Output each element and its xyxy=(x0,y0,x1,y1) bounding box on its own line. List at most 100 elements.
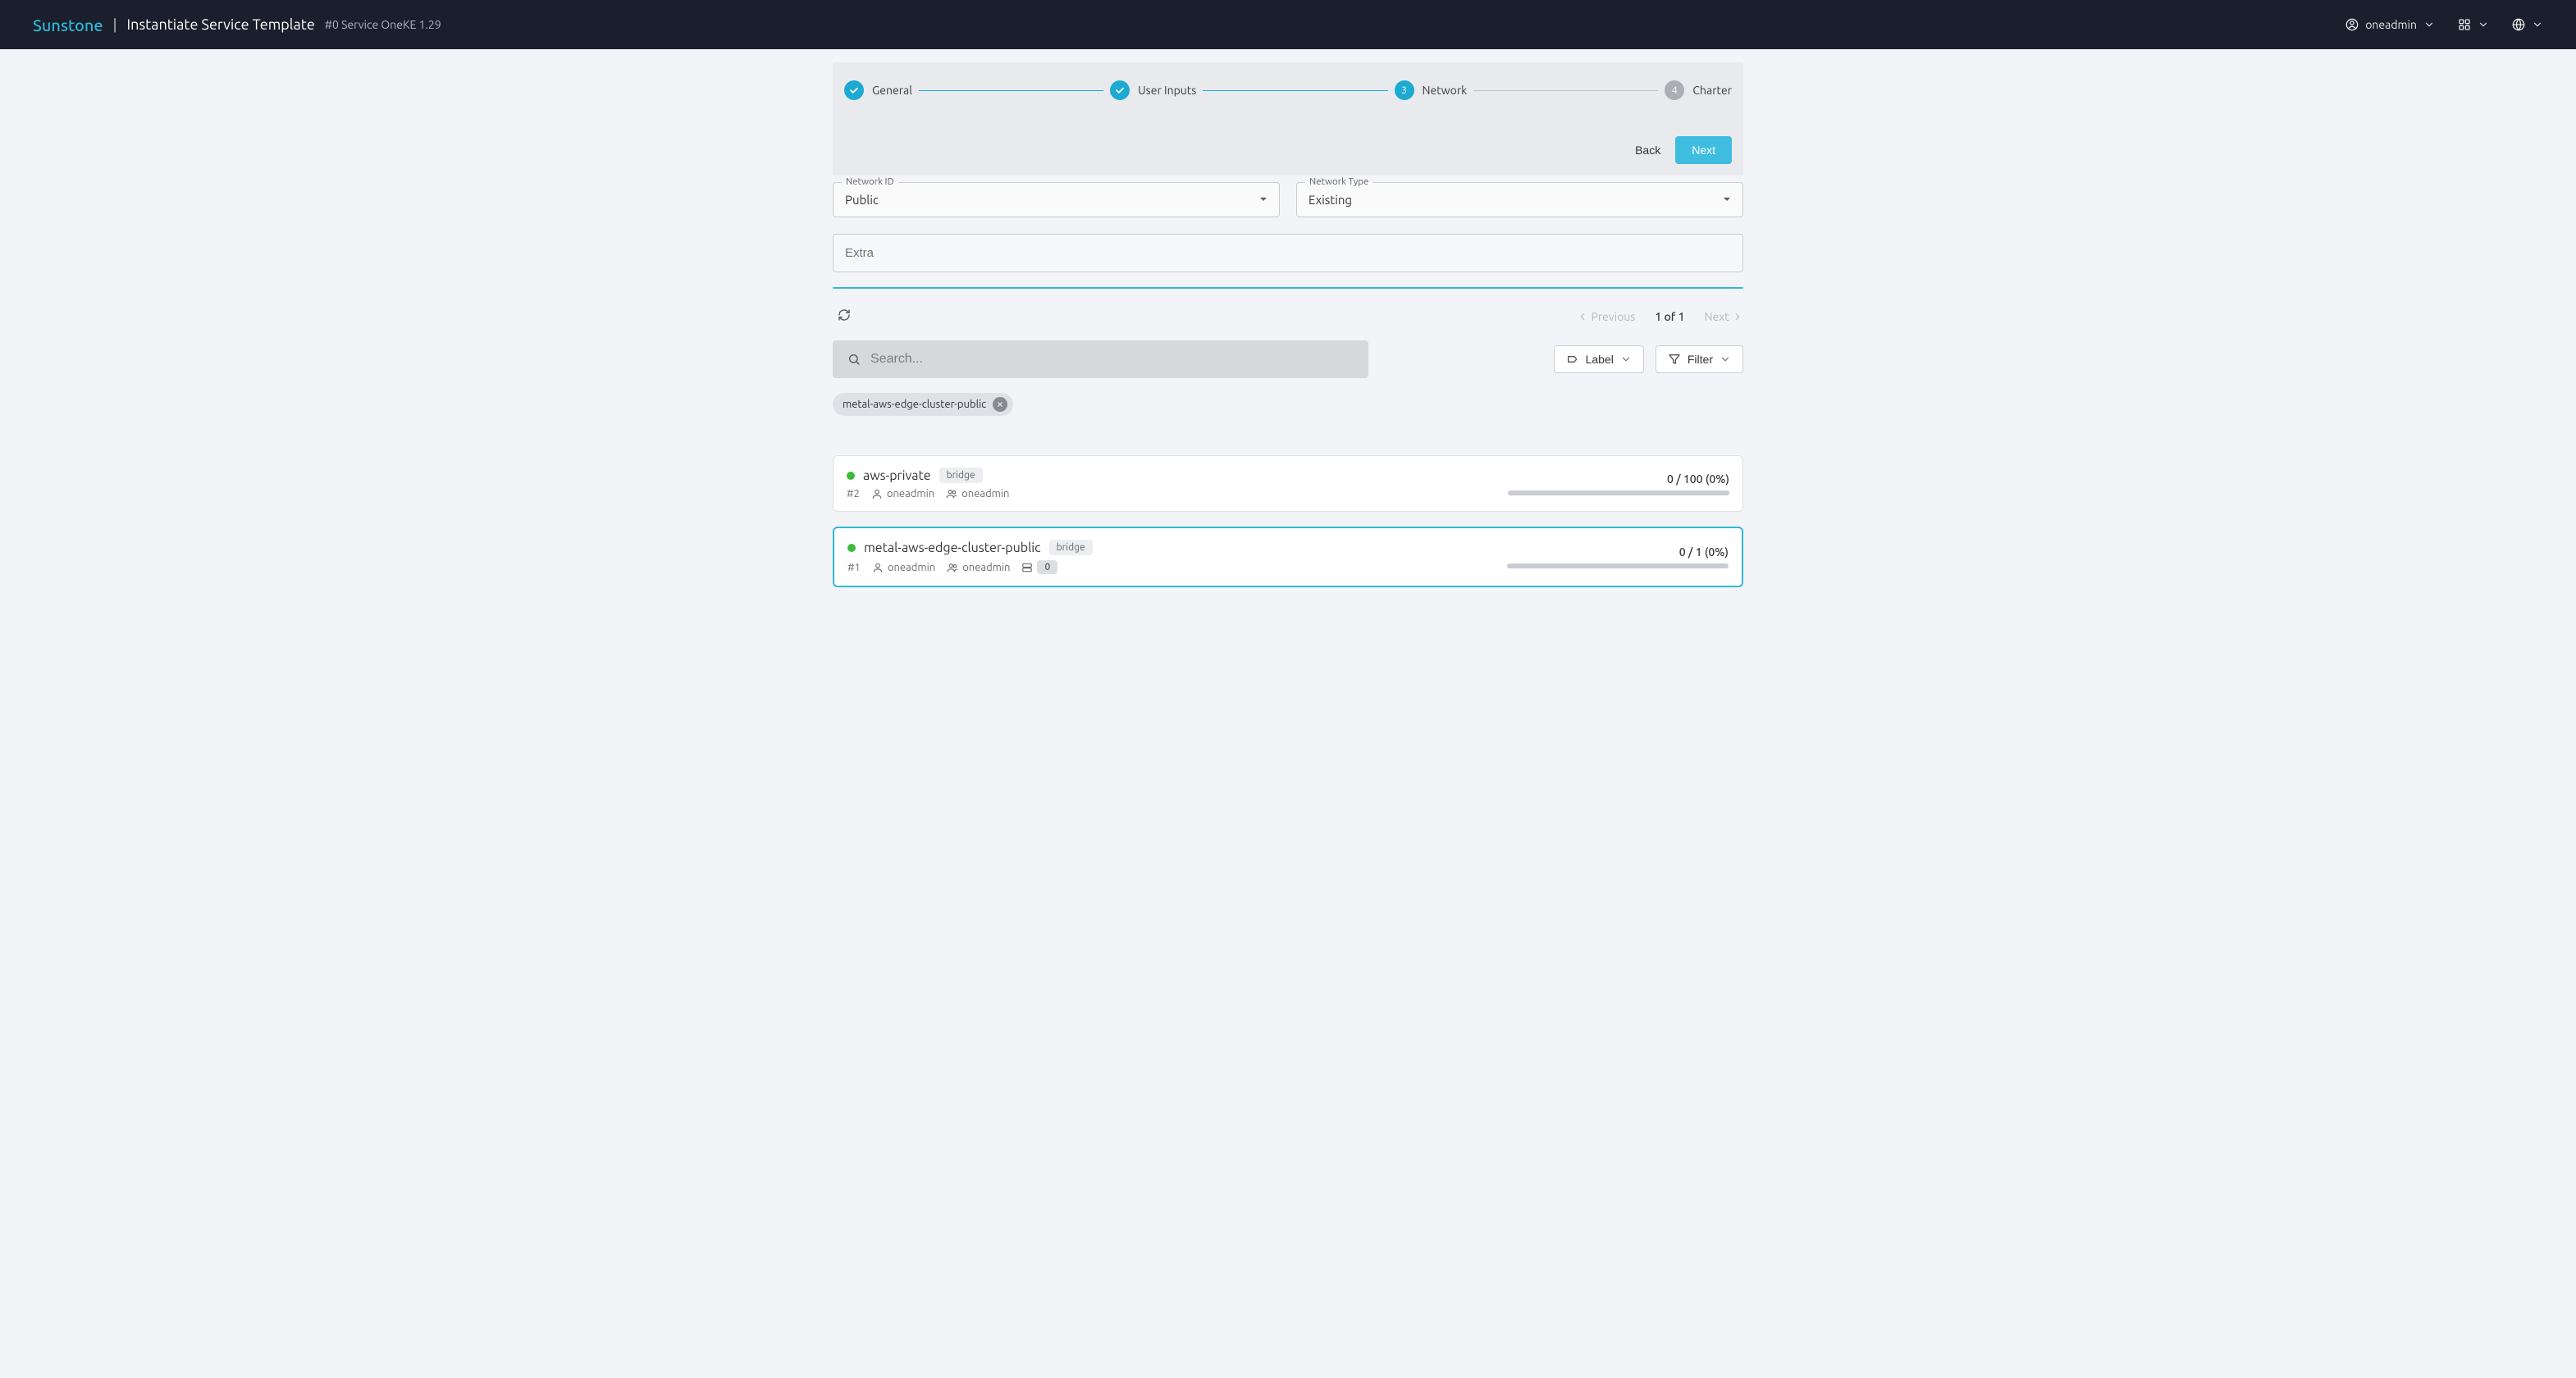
usage-text: 0 / 1 (0%) xyxy=(1679,545,1729,559)
step-user-inputs[interactable]: User Inputs xyxy=(1110,80,1196,100)
tag-icon xyxy=(1566,353,1579,366)
usage-bar xyxy=(1507,564,1729,568)
step-label: User Inputs xyxy=(1138,84,1196,97)
app-header: Sunstone | Instantiate Service Template … xyxy=(0,0,2576,49)
server-icon xyxy=(1021,562,1033,573)
step-label: General xyxy=(872,84,912,97)
step-connector xyxy=(919,90,1103,91)
chevron-down-icon xyxy=(2532,19,2543,30)
stepper-panel: General User Inputs 3 Network 4 Charter … xyxy=(833,62,1743,176)
search-box[interactable] xyxy=(833,340,1368,378)
usage-text: 0 / 100 (0%) xyxy=(1667,472,1729,486)
network-info: metal-aws-edge-cluster-public bridge #1 … xyxy=(847,540,1093,574)
refresh-button[interactable] xyxy=(833,303,856,329)
filter-button[interactable]: Filter xyxy=(1656,345,1743,373)
check-icon xyxy=(1110,80,1130,100)
back-button[interactable]: Back xyxy=(1632,137,1664,163)
step-label: Network xyxy=(1423,84,1468,97)
check-icon xyxy=(844,80,864,100)
network-usage: 0 / 100 (0%) xyxy=(1500,472,1729,495)
section-divider xyxy=(833,287,1743,289)
step-connector xyxy=(1203,90,1387,91)
chip-label: metal-aws-edge-cluster-public xyxy=(843,399,986,410)
network-group: oneadmin xyxy=(947,562,1010,573)
network-info: aws-private bridge #2 oneadmin oneadmin xyxy=(847,468,1009,500)
user-icon xyxy=(872,562,884,573)
network-name: aws-private xyxy=(863,468,931,483)
step-number: 4 xyxy=(1665,80,1684,100)
chevron-down-icon xyxy=(2478,19,2489,30)
network-type-tag: bridge xyxy=(939,468,983,483)
pager-previous[interactable]: Previous xyxy=(1577,310,1635,323)
user-icon xyxy=(871,488,883,500)
chevron-down-icon xyxy=(1720,354,1731,365)
network-card[interactable]: aws-private bridge #2 oneadmin oneadmin xyxy=(833,455,1743,512)
user-menu[interactable]: oneadmin xyxy=(2345,18,2435,31)
network-group: oneadmin xyxy=(946,488,1009,500)
field-value: Public xyxy=(845,193,879,207)
caret-down-icon xyxy=(1721,193,1733,207)
stepper: General User Inputs 3 Network 4 Charter xyxy=(844,80,1732,100)
next-button[interactable]: Next xyxy=(1675,136,1732,164)
label-button[interactable]: Label xyxy=(1554,345,1644,373)
user-circle-icon xyxy=(2345,18,2359,31)
search-input[interactable] xyxy=(870,352,1354,367)
network-header: metal-aws-edge-cluster-public bridge xyxy=(847,540,1093,555)
main-container: General User Inputs 3 Network 4 Charter … xyxy=(833,49,1743,620)
filter-chip: metal-aws-edge-cluster-public xyxy=(833,393,1013,416)
apps-menu[interactable] xyxy=(2458,18,2489,31)
network-form-row: Network ID Public Network Type Existing xyxy=(833,182,1743,217)
filter-chips: metal-aws-edge-cluster-public xyxy=(833,393,1743,416)
close-icon xyxy=(996,400,1004,408)
network-type-tag: bridge xyxy=(1049,540,1093,555)
status-dot-icon xyxy=(847,544,856,552)
step-charter[interactable]: 4 Charter xyxy=(1665,80,1732,100)
step-general[interactable]: General xyxy=(844,80,912,100)
brand-logo[interactable]: Sunstone xyxy=(33,16,103,34)
network-meta: #1 oneadmin oneadmin 0 xyxy=(847,560,1093,574)
network-hosts: 0 xyxy=(1021,560,1057,574)
caret-down-icon xyxy=(1258,193,1269,207)
network-header: aws-private bridge xyxy=(847,468,1009,483)
network-type-select[interactable]: Network Type Existing xyxy=(1296,182,1743,217)
step-connector xyxy=(1473,90,1658,91)
users-icon xyxy=(946,488,957,500)
field-label: Network ID xyxy=(842,176,898,187)
extra-input[interactable] xyxy=(845,246,1731,260)
button-label: Label xyxy=(1586,353,1614,366)
network-card[interactable]: metal-aws-edge-cluster-public bridge #1 … xyxy=(833,527,1743,587)
step-number: 3 xyxy=(1395,80,1414,100)
step-network[interactable]: 3 Network xyxy=(1395,80,1468,100)
pager: Previous 1 of 1 Next xyxy=(1577,310,1743,323)
field-label: Network Type xyxy=(1305,176,1372,187)
globe-icon xyxy=(2512,18,2525,31)
network-usage: 0 / 1 (0%) xyxy=(1499,545,1729,568)
extra-input-wrap[interactable] xyxy=(833,234,1743,272)
pager-status: 1 of 1 xyxy=(1655,310,1684,323)
network-id-select[interactable]: Network ID Public xyxy=(833,182,1280,217)
filter-buttons: Label Filter xyxy=(1554,345,1743,373)
status-dot-icon xyxy=(847,472,855,480)
breadcrumb[interactable]: #0 Service OneKE 1.29 xyxy=(325,18,441,31)
language-menu[interactable] xyxy=(2512,18,2543,31)
network-owner: oneadmin xyxy=(872,562,935,573)
chevron-down-icon xyxy=(1620,354,1632,365)
stepper-actions: Back Next xyxy=(844,136,1732,164)
user-name: oneadmin xyxy=(2365,18,2417,31)
network-meta: #2 oneadmin oneadmin xyxy=(847,488,1009,500)
network-owner: oneadmin xyxy=(871,488,934,500)
search-row: Label Filter xyxy=(833,340,1743,378)
network-list: aws-private bridge #2 oneadmin oneadmin xyxy=(833,455,1743,587)
field-value: Existing xyxy=(1309,193,1352,207)
users-icon xyxy=(947,562,958,573)
filter-icon xyxy=(1668,353,1681,366)
step-label: Charter xyxy=(1692,84,1732,97)
network-id: #1 xyxy=(847,562,861,573)
pager-next[interactable]: Next xyxy=(1704,310,1743,323)
network-name: metal-aws-edge-cluster-public xyxy=(864,541,1041,555)
button-label: Filter xyxy=(1688,353,1713,366)
breadcrumb-divider: | xyxy=(113,16,117,33)
search-icon xyxy=(847,353,861,366)
list-controls: Previous 1 of 1 Next xyxy=(833,303,1743,329)
remove-chip-button[interactable] xyxy=(993,397,1007,412)
